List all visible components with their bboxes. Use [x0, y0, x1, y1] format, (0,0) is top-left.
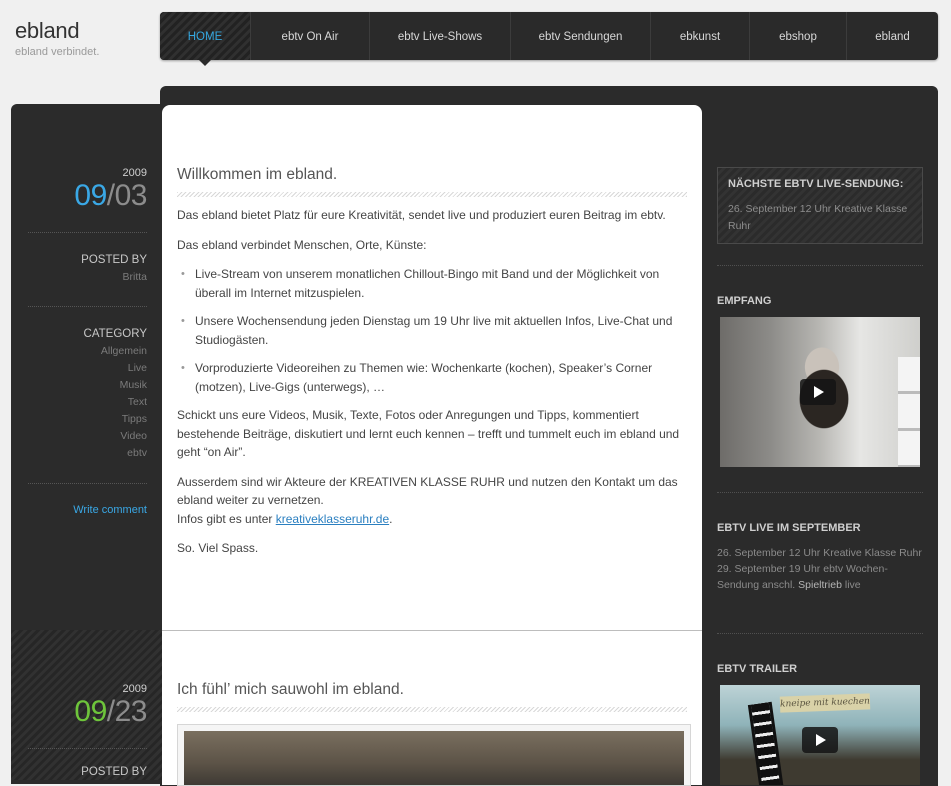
post-day-month: 09/03 — [74, 179, 148, 212]
info-prefix: Infos gibt es unter — [177, 511, 276, 526]
live-september-item: 26. September 12 Uhr Kreative Klasse Ruh… — [717, 547, 922, 559]
nav-label: ebtv Sendungen — [538, 31, 623, 43]
next-live-box: NÄCHSTE EBTV LIVE-SENDUNG: 26. September… — [717, 167, 923, 244]
sidebar-divider — [717, 492, 923, 493]
post-month: 09 — [74, 695, 107, 728]
meta-divider — [28, 232, 147, 233]
post-divider — [162, 630, 702, 631]
category-link[interactable]: Tipps — [84, 411, 147, 428]
post-paragraph: Schickt uns eure Videos, Musik, Texte, F… — [177, 408, 680, 459]
category-link[interactable]: Allgemein — [84, 343, 147, 360]
spieltrieb-link[interactable]: Spieltrieb — [798, 579, 842, 591]
nav-item-home[interactable]: HOME — [160, 12, 251, 66]
live-september-item: 29. September 19 Uhr ebtv Wochen-Sendung… — [717, 561, 923, 593]
category-link[interactable]: Musik — [84, 377, 147, 394]
post-paragraph: Das ebland bietet Platz für eure Kreativ… — [177, 208, 666, 222]
item-text: live — [841, 579, 861, 591]
active-caret-icon — [199, 60, 211, 66]
info-suffix: . — [389, 511, 393, 526]
meta-divider — [28, 748, 147, 749]
play-icon[interactable] — [802, 727, 838, 753]
nav-label: ebtv Live-Shows — [397, 31, 483, 43]
site-title[interactable]: ebland — [15, 18, 99, 44]
nav-item-ebkunst[interactable]: ebkunst — [651, 12, 750, 60]
post-year: 2009 — [122, 167, 147, 179]
post-body: Das ebland bietet Platz für eure Kreativ… — [177, 206, 689, 569]
play-icon[interactable] — [800, 379, 836, 405]
list-item: Live-Stream von unserem monatlichen Chil… — [177, 265, 689, 302]
nav-label: ebkunst — [679, 31, 721, 43]
comment-area: Write comment — [73, 504, 147, 516]
category-link[interactable]: Text — [84, 394, 147, 411]
post-paragraph: Ausserdem sind wir Akteure der KREATIVEN… — [177, 473, 689, 529]
post-day: 03 — [114, 179, 148, 212]
post-image[interactable] — [184, 731, 684, 785]
trailer-video[interactable]: kneipe mit kuechen — [720, 685, 920, 785]
list-item: Unsere Wochensendung jeden Dienstag um 1… — [177, 312, 689, 349]
nav-label: ebshop — [779, 31, 817, 43]
next-live-title: NÄCHSTE EBTV LIVE-SENDUNG: — [728, 178, 904, 190]
post-month: 09 — [74, 179, 107, 212]
site-tagline: ebland verbindet. — [15, 46, 100, 58]
live-september-title: EBTV LIVE IM SEPTEMBER — [717, 522, 861, 534]
category-link[interactable]: Live — [84, 360, 147, 377]
post-day: 23 — [114, 695, 148, 728]
paragraph-text: Ausserdem sind wir Akteure der KREATIVEN… — [177, 474, 678, 508]
nav-item-ebshop[interactable]: ebshop — [750, 12, 847, 60]
post-categories: CATEGORY Allgemein Live Musik Text Tipps… — [84, 328, 147, 462]
video-frame-shelf — [898, 357, 920, 467]
trailer-note-image: kneipe mit kuechen — [779, 693, 871, 713]
title-rule — [177, 707, 687, 712]
kreativeklasseruhr-link[interactable]: kreativeklasseruhr.de — [276, 512, 389, 526]
site-logo[interactable]: ebland ebland verbindet. — [15, 18, 99, 58]
post-paragraph: So. Viel Spass. — [177, 541, 259, 555]
posted-by-label: POSTED BY — [81, 254, 147, 266]
main-nav: HOME ebtv On Air ebtv Live-Shows ebtv Se… — [160, 12, 938, 66]
category-link[interactable]: Video — [84, 428, 147, 445]
posted-by: POSTED BY Britta — [81, 254, 147, 286]
live-september-list: 26. September 12 Uhr Kreative Klasse Ruh… — [717, 545, 923, 593]
post-year: 2009 — [122, 683, 147, 695]
empfang-video[interactable] — [720, 317, 920, 467]
category-link[interactable]: ebtv — [84, 445, 147, 462]
nav-item-ebland[interactable]: ebland — [847, 12, 938, 60]
meta-divider — [28, 483, 147, 484]
nav-item-ebtv-on-air[interactable]: ebtv On Air — [251, 12, 370, 60]
post-date: 2009 09/23 — [74, 683, 147, 729]
nav-label: ebland — [875, 31, 910, 43]
category-label: CATEGORY — [83, 328, 147, 340]
post-image-frame — [177, 724, 691, 786]
meta-divider — [28, 306, 147, 307]
post-date: 2009 09/03 — [74, 167, 147, 213]
write-comment-link[interactable]: Write comment — [73, 504, 147, 516]
post-paragraph: Das ebland verbindet Menschen, Orte, Kün… — [177, 237, 427, 252]
list-item: Vorproduzierte Videoreihen zu Themen wie… — [177, 359, 689, 396]
post-title[interactable]: Ich fühl’ mich sauwohl im ebland. — [177, 681, 404, 699]
next-live-text: 26. September 12 Uhr Kreative Klasse Ruh… — [728, 203, 908, 232]
nav-item-ebtv-sendungen[interactable]: ebtv Sendungen — [511, 12, 651, 60]
post-day-month: 09/23 — [74, 695, 148, 728]
sidebar-divider — [717, 633, 923, 634]
nav-label: ebtv On Air — [281, 31, 339, 43]
post-author[interactable]: Britta — [81, 269, 147, 286]
sidebar-divider — [717, 265, 923, 266]
post-list: Live-Stream von unserem monatlichen Chil… — [177, 265, 689, 396]
title-rule — [177, 192, 687, 197]
posted-by: POSTED BY — [81, 766, 147, 781]
post-title[interactable]: Willkommen im ebland. — [177, 166, 337, 184]
trailer-title: EBTV TRAILER — [717, 663, 798, 675]
empfang-title: EMPFANG — [717, 295, 772, 307]
posted-by-label: POSTED BY — [81, 766, 147, 778]
nav-item-ebtv-live-shows[interactable]: ebtv Live-Shows — [370, 12, 511, 60]
nav-label: HOME — [187, 31, 223, 43]
